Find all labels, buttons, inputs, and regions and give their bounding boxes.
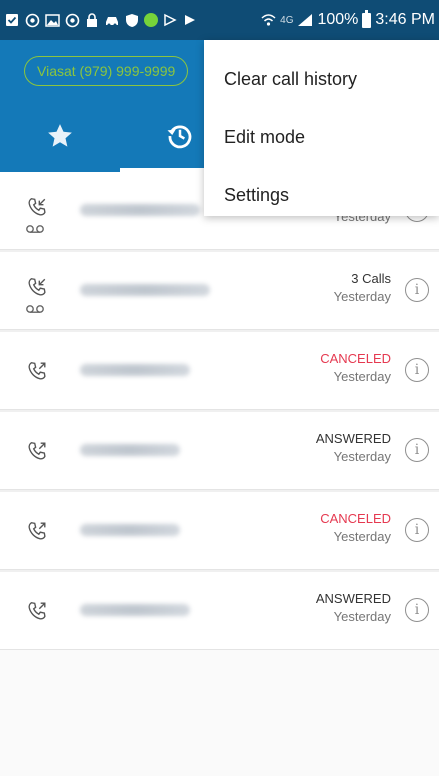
call-type-cell — [0, 492, 70, 570]
ring-icon — [64, 12, 80, 28]
system-indicators: 4G 100% 3:46 PM — [260, 9, 435, 29]
forward-icon — [182, 12, 198, 28]
menu-item-edit-mode[interactable]: Edit mode — [204, 108, 439, 166]
call-meta: ANSWERED Yesterday — [316, 430, 391, 466]
image-icon — [44, 12, 60, 28]
incoming-call-icon — [28, 197, 46, 216]
outgoing-call-icon — [28, 521, 46, 540]
call-time: Yesterday — [333, 609, 391, 624]
outgoing-call-icon — [28, 601, 46, 620]
call-meta: CANCELED Yesterday — [320, 510, 391, 546]
call-type-cell — [0, 412, 70, 490]
call-time: Yesterday — [333, 529, 391, 544]
contact-name-blurred — [80, 604, 190, 616]
overflow-menu: Clear call history Edit mode Settings — [204, 40, 439, 216]
menu-item-clear-call-history[interactable]: Clear call history — [204, 50, 439, 108]
outgoing-call-icon — [28, 361, 46, 380]
call-status: CANCELED — [320, 511, 391, 526]
play-icon — [162, 12, 178, 28]
call-row[interactable]: ANSWERED Yesterday i — [0, 572, 439, 650]
call-row[interactable]: 3 Calls Yesterday i — [0, 252, 439, 330]
tab-favorites[interactable] — [0, 100, 120, 172]
contact-name-blurred — [80, 524, 180, 536]
call-time: Yesterday — [333, 449, 391, 464]
contact-name-blurred — [80, 204, 200, 216]
info-icon[interactable]: i — [405, 518, 429, 542]
history-icon — [167, 125, 192, 149]
contact-name-blurred — [80, 284, 210, 296]
battery-icon — [362, 9, 372, 28]
lock-icon — [84, 12, 100, 28]
call-type-cell — [0, 332, 70, 410]
outgoing-call-icon — [28, 441, 46, 460]
contact-name-blurred — [80, 444, 180, 456]
account-selector[interactable]: Viasat (979) 999-9999 — [24, 56, 189, 86]
signal-icon — [297, 12, 313, 28]
shield-icon — [124, 12, 140, 28]
call-meta: CANCELED Yesterday — [320, 350, 391, 386]
call-meta: 3 Calls Yesterday — [334, 270, 391, 306]
call-time: Yesterday — [333, 289, 391, 304]
call-row[interactable]: CANCELED Yesterday i — [0, 332, 439, 410]
info-icon[interactable]: i — [405, 278, 429, 302]
clock: 3:46 PM — [375, 11, 435, 28]
call-type-cell — [0, 172, 70, 250]
call-type-cell — [0, 252, 70, 330]
call-meta: ANSWERED Yesterday — [316, 590, 391, 626]
checkbox-icon — [4, 12, 20, 28]
call-status: CANCELED — [320, 351, 391, 366]
call-status: ANSWERED — [315, 591, 391, 606]
car-icon — [104, 12, 120, 28]
call-type-cell — [0, 572, 70, 650]
info-icon[interactable]: i — [405, 358, 429, 382]
ring-icon — [24, 12, 40, 28]
network-type-label: 4G — [280, 14, 294, 26]
info-icon[interactable]: i — [405, 438, 429, 462]
star-icon — [48, 124, 72, 147]
call-time: Yesterday — [333, 369, 391, 384]
contact-name-blurred — [80, 364, 190, 376]
voicemail-icon — [26, 224, 44, 233]
battery-percent: 100% — [317, 11, 359, 28]
call-row[interactable]: ANSWERED Yesterday i — [0, 412, 439, 490]
call-status: ANSWERED — [315, 431, 391, 446]
notification-icons — [4, 12, 198, 28]
voicemail-icon — [26, 304, 44, 313]
call-row[interactable]: CANCELED Yesterday i — [0, 492, 439, 570]
menu-item-settings[interactable]: Settings — [204, 166, 439, 224]
wifi-icon — [260, 12, 276, 28]
call-status: 3 Calls — [351, 271, 391, 286]
status-bar: 4G 100% 3:46 PM — [0, 0, 439, 40]
info-icon[interactable]: i — [405, 598, 429, 622]
green-dot-icon — [144, 13, 158, 27]
incoming-call-icon — [28, 277, 46, 296]
call-history-list: Yesterday i 3 Calls Yesterday i — [0, 172, 439, 650]
